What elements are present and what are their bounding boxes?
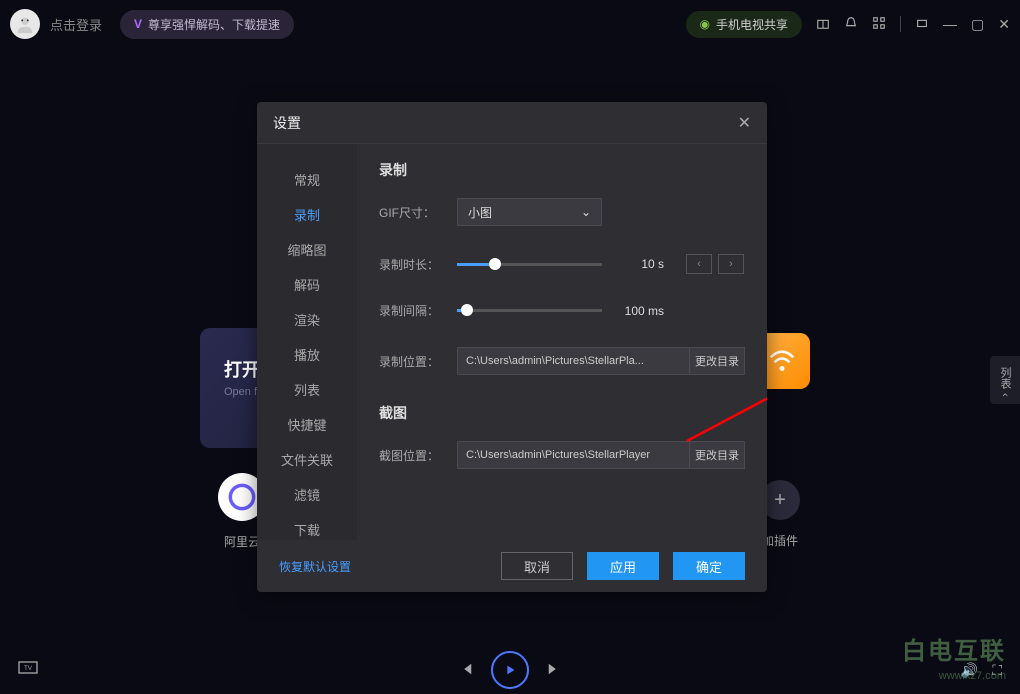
grid-icon[interactable] <box>872 16 886 33</box>
interval-label: 录制间隔： <box>379 302 457 319</box>
reset-defaults-link[interactable]: 恢复默认设置 <box>279 558 351 575</box>
apply-button[interactable]: 应用 <box>587 552 659 580</box>
android-icon: ◉ <box>700 17 710 31</box>
duration-value: 10 s <box>614 257 664 271</box>
sidebar-item-playback[interactable]: 播放 <box>257 337 357 372</box>
interval-value: 100 ms <box>614 304 664 318</box>
screenshot-path-input[interactable]: C:\Users\admin\Pictures\StellarPlayer <box>457 441 690 469</box>
sidebar-item-assoc[interactable]: 文件关联 <box>257 442 357 477</box>
sidebar-item-decode[interactable]: 解码 <box>257 267 357 302</box>
sidebar-item-list[interactable]: 列表 <box>257 372 357 407</box>
cancel-button[interactable]: 取消 <box>501 552 573 580</box>
mini-icon[interactable] <box>915 16 929 33</box>
play-icon <box>503 663 517 677</box>
prev-icon[interactable] <box>459 662 473 679</box>
play-button[interactable] <box>491 651 529 689</box>
screenshot-path-label: 截图位置： <box>379 447 457 464</box>
user-avatar-icon <box>14 13 36 35</box>
titlebar: 点击登录 V 尊享强悍解码、下载提速 ◉ 手机电视共享 — ▢ ✕ <box>0 0 1020 48</box>
svg-text:TV: TV <box>24 666 32 672</box>
bottombar: TV 🔊 ⛶ <box>0 646 1020 694</box>
promo-text: 尊享强悍解码、下载提速 <box>148 16 280 33</box>
sidebar-item-thumbnail[interactable]: 缩略图 <box>257 232 357 267</box>
minimize-icon[interactable]: — <box>943 16 957 32</box>
record-section-title: 录制 <box>379 160 745 180</box>
ok-button[interactable]: 确定 <box>673 552 745 580</box>
sidebar-item-hotkey[interactable]: 快捷键 <box>257 407 357 442</box>
interval-slider[interactable] <box>457 309 602 312</box>
modal-title: 设置 <box>273 113 301 133</box>
screenshot-change-dir-button[interactable]: 更改目录 <box>689 441 745 469</box>
bell-icon[interactable] <box>844 16 858 33</box>
gif-size-label: GIF尺寸： <box>379 204 457 221</box>
tv-icon[interactable]: TV <box>18 661 38 680</box>
mobile-share-label: 手机电视共享 <box>716 16 788 33</box>
sidebar-item-record[interactable]: 录制 <box>257 197 357 232</box>
sidebar-item-download[interactable]: 下载 <box>257 512 357 540</box>
record-path-label: 录制位置： <box>379 353 457 370</box>
screenshot-section-title: 截图 <box>379 403 745 423</box>
record-path-input[interactable]: C:\Users\admin\Pictures\StellarPla... <box>457 347 690 375</box>
sidebar-item-render[interactable]: 渲染 <box>257 302 357 337</box>
modal-header: 设置 ✕ <box>257 102 767 144</box>
gift-icon[interactable] <box>816 16 830 33</box>
aliyun-icon <box>228 483 256 511</box>
login-link[interactable]: 点击登录 <box>50 15 102 34</box>
vip-icon: V <box>134 17 142 31</box>
fullscreen-icon[interactable]: ⛶ <box>992 662 1002 679</box>
volume-icon[interactable]: 🔊 <box>961 662 978 679</box>
sidebar-item-general[interactable]: 常规 <box>257 162 357 197</box>
mobile-share-button[interactable]: ◉ 手机电视共享 <box>686 11 803 38</box>
duration-decrease[interactable]: ‹ <box>686 254 712 274</box>
modal-close-button[interactable]: ✕ <box>738 113 751 133</box>
sidebar-item-filter[interactable]: 滤镜 <box>257 477 357 512</box>
close-icon[interactable]: ✕ <box>998 16 1010 33</box>
chevron-down-icon: ⌄ <box>581 205 591 219</box>
maximize-icon[interactable]: ▢ <box>971 16 984 33</box>
gif-size-select[interactable]: 小图 ⌄ <box>457 198 602 226</box>
duration-slider[interactable] <box>457 263 602 266</box>
next-icon[interactable] <box>547 662 561 679</box>
settings-sidebar: 常规 录制 缩略图 解码 渲染 播放 列表 快捷键 文件关联 滤镜 下载 <box>257 144 357 540</box>
record-change-dir-button[interactable]: 更改目录 <box>689 347 745 375</box>
settings-content: 录制 GIF尺寸： 小图 ⌄ 录制时长： 10 s ‹ <box>357 144 767 540</box>
promo-pill[interactable]: V 尊享强悍解码、下载提速 <box>120 10 294 39</box>
feature-label: 阿里云 <box>224 533 260 550</box>
playlist-tab[interactable]: 列表‹ <box>990 356 1020 404</box>
add-plugin-label: 加插件 <box>762 532 798 549</box>
modal-footer: 恢复默认设置 取消 应用 确定 <box>257 540 767 592</box>
settings-modal: 设置 ✕ 常规 录制 缩略图 解码 渲染 播放 列表 快捷键 文件关联 滤镜 下… <box>257 102 767 592</box>
duration-increase[interactable]: › <box>718 254 744 274</box>
duration-label: 录制时长： <box>379 256 457 273</box>
avatar[interactable] <box>10 9 40 39</box>
